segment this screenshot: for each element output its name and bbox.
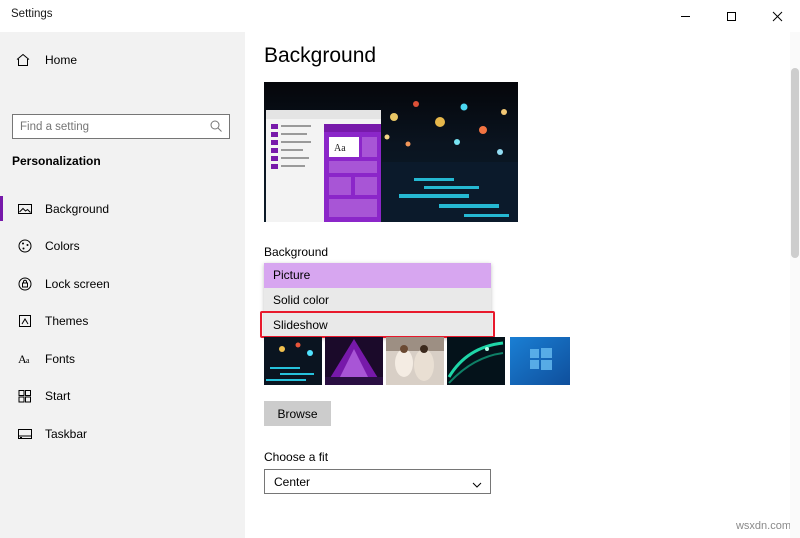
search-box[interactable] (12, 114, 230, 139)
recent-image-thumbnail[interactable] (386, 337, 444, 385)
title-bar: Settings (0, 0, 800, 32)
sidebar-home-label: Home (45, 53, 78, 67)
sidebar-items: Background Colors Lock screen Themes A a… (0, 190, 245, 453)
sidebar-item-taskbar[interactable]: Taskbar (0, 415, 245, 453)
recent-image-thumbnail[interactable] (264, 337, 322, 385)
sidebar-item-label: Background (45, 201, 110, 216)
palette-icon (17, 238, 45, 254)
search-icon[interactable] (209, 119, 223, 136)
brush-icon (17, 313, 45, 329)
sidebar-section-title: Personalization (12, 154, 101, 168)
svg-text:Aa: Aa (334, 143, 346, 154)
minimize-icon[interactable] (662, 0, 708, 32)
window-title: Settings (11, 8, 53, 20)
desktop-preview: Aa (264, 82, 518, 222)
sidebar-item-label: Fonts (45, 351, 76, 366)
svg-text:a: a (26, 356, 30, 365)
sidebar: Home Personalization Background Colors (0, 32, 245, 538)
chevron-down-icon[interactable] (472, 478, 482, 492)
sidebar-item-home[interactable]: Home (10, 46, 235, 74)
slideshow-highlight-box (260, 311, 495, 338)
close-icon[interactable] (754, 0, 800, 32)
sidebar-item-label: Taskbar (45, 426, 88, 441)
preview-window-app: Aa (324, 124, 381, 222)
recent-image-thumbnail[interactable] (447, 337, 505, 385)
taskbar-icon (17, 426, 45, 442)
window-controls (662, 0, 800, 32)
sidebar-item-label: Start (45, 389, 71, 404)
start-icon (17, 388, 45, 404)
lock-screen-icon (17, 276, 45, 292)
sidebar-item-background[interactable]: Background (0, 190, 245, 228)
recent-image-thumbnail-windows[interactable] (510, 337, 570, 385)
sidebar-item-themes[interactable]: Themes (0, 303, 245, 341)
scrollbar-thumb[interactable] (791, 68, 799, 258)
sidebar-item-label: Themes (45, 314, 89, 329)
sidebar-item-start[interactable]: Start (0, 378, 245, 416)
dropdown-option-picture[interactable]: Picture (264, 263, 491, 288)
home-icon (10, 52, 45, 68)
choose-fit-value: Center (274, 474, 311, 489)
maximize-icon[interactable] (708, 0, 754, 32)
background-label: Background (264, 245, 329, 259)
choose-fit-select[interactable]: Center (264, 469, 491, 494)
sidebar-item-fonts[interactable]: Aa Fonts (0, 340, 245, 378)
sidebar-item-label: Colors (45, 239, 80, 254)
scrollbar-track[interactable] (790, 32, 800, 538)
recent-image-thumbnail[interactable] (325, 337, 383, 385)
search-input[interactable] (13, 115, 200, 138)
dropdown-option-solid-color[interactable]: Solid color (264, 288, 491, 313)
watermark: wsxdn.com (735, 520, 791, 532)
choose-fit-label: Choose a fit (264, 450, 329, 464)
sidebar-item-lock-screen[interactable]: Lock screen (0, 265, 245, 303)
settings-window: Settings Home Personaliza (0, 0, 800, 538)
main-content: Background Aa Background Picture Solid c… (245, 32, 800, 538)
picture-icon (17, 201, 45, 217)
sidebar-item-label: Lock screen (45, 276, 110, 291)
page-title: Background (264, 44, 377, 67)
browse-button[interactable]: Browse (264, 401, 331, 426)
font-icon: Aa (17, 351, 45, 367)
sidebar-item-colors[interactable]: Colors (0, 228, 245, 266)
